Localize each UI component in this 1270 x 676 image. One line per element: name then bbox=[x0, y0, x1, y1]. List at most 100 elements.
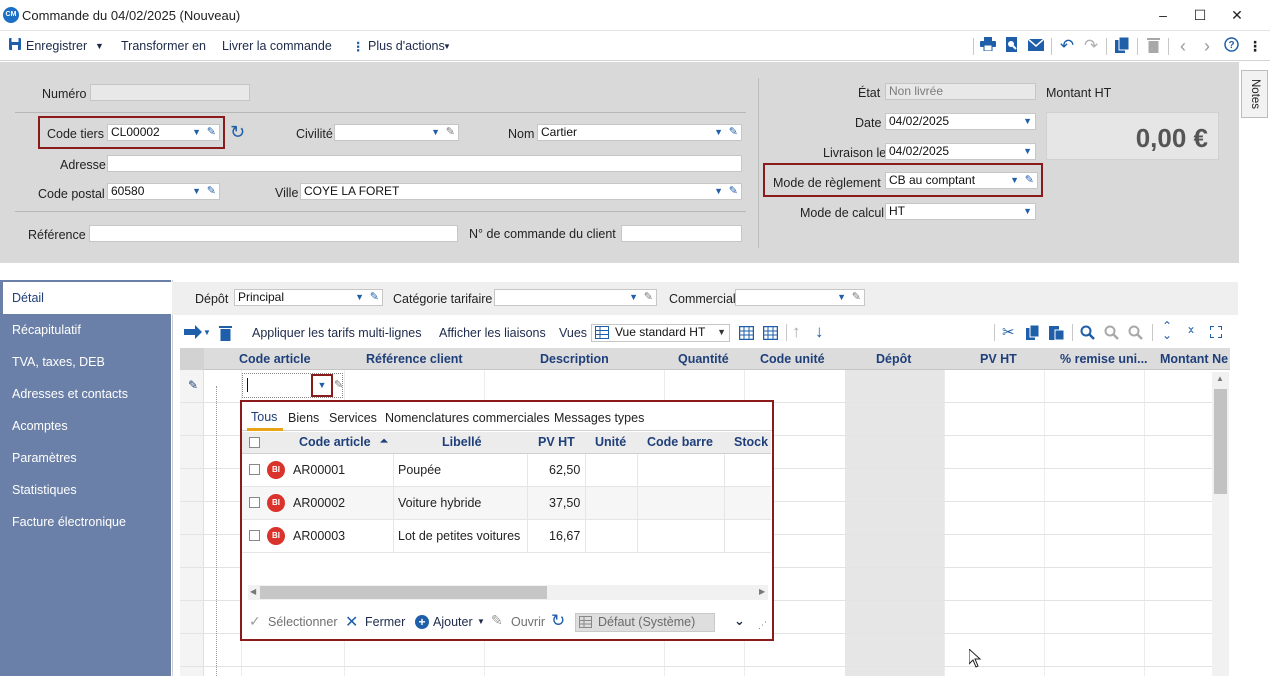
options-icon[interactable]: ⋮ bbox=[1246, 37, 1264, 55]
num-commande-field[interactable] bbox=[621, 225, 742, 242]
duplicate-icon[interactable] bbox=[1113, 36, 1131, 55]
code-article-dropdown-button[interactable]: ▼ bbox=[311, 374, 333, 397]
open-button[interactable]: Ouvrir bbox=[511, 615, 545, 629]
tab-messages-types[interactable]: Messages types bbox=[554, 411, 644, 425]
col-description[interactable]: Description bbox=[540, 352, 609, 366]
scroll-up-icon[interactable]: ▲ bbox=[1216, 374, 1224, 383]
list-item[interactable]: BI AR00002 Voiture hybride 37,50 bbox=[242, 487, 771, 520]
chevron-down-icon[interactable]: ▼ bbox=[1010, 173, 1019, 188]
row-checkbox[interactable] bbox=[249, 497, 260, 508]
edit-icon[interactable]: ✎ bbox=[1025, 173, 1034, 188]
chevron-down-icon[interactable]: ▼ bbox=[431, 125, 440, 140]
search-previous-icon[interactable] bbox=[1104, 325, 1119, 343]
save-dropdown-icon[interactable]: ▼ bbox=[95, 41, 104, 51]
chevron-down-icon[interactable]: ▼ bbox=[1023, 114, 1032, 129]
more-actions-button[interactable]: Plus d'actions bbox=[368, 39, 445, 53]
refresh-icon[interactable]: ↻ bbox=[551, 611, 565, 631]
sidebar-item-statistiques[interactable]: Statistiques bbox=[0, 474, 171, 506]
minimize-button[interactable]: – bbox=[1148, 4, 1178, 26]
col-remise[interactable]: % remise uni... bbox=[1060, 352, 1148, 366]
insert-arrow-icon[interactable] bbox=[184, 325, 204, 342]
sidebar-item-acomptes[interactable]: Acomptes bbox=[0, 410, 171, 442]
chevron-down-icon[interactable]: ▼ bbox=[1023, 204, 1032, 219]
delete-line-icon[interactable] bbox=[219, 325, 232, 344]
sidebar-item-adresses[interactable]: Adresses et contacts bbox=[0, 378, 171, 410]
edit-icon[interactable]: ✎ bbox=[370, 290, 379, 305]
edit-icon[interactable]: ✎ bbox=[334, 378, 343, 391]
pcol-stock[interactable]: Stock bbox=[734, 435, 768, 449]
more-actions-dropdown-icon[interactable]: ▼ bbox=[443, 42, 451, 51]
deliver-button[interactable]: Livrer la commande bbox=[222, 39, 332, 53]
edit-icon[interactable]: ✎ bbox=[446, 125, 455, 140]
col-depot[interactable]: Dépôt bbox=[876, 352, 911, 366]
scroll-left-icon[interactable]: ◀ bbox=[250, 587, 256, 596]
tab-nomenclatures[interactable]: Nomenclatures commerciales bbox=[385, 411, 550, 425]
tab-tous[interactable]: Tous bbox=[251, 410, 277, 424]
undo-icon[interactable]: ↶ bbox=[1058, 37, 1076, 55]
chevron-down-icon[interactable]: ▼ bbox=[1023, 144, 1032, 159]
cut-icon[interactable]: ✂ bbox=[1002, 323, 1015, 341]
code-postal-field[interactable]: 60580 ▼ ✎ bbox=[107, 183, 220, 200]
list-item[interactable]: BI AR00001 Poupée 62,50 bbox=[242, 454, 771, 487]
save-button[interactable]: Enregistrer bbox=[26, 39, 87, 53]
pcol-code-barre[interactable]: Code barre bbox=[647, 435, 713, 449]
chevron-down-icon[interactable]: ▼ bbox=[714, 125, 723, 140]
maximize-button[interactable]: ☐ bbox=[1185, 4, 1215, 26]
apply-tarifs-button[interactable]: Appliquer les tarifs multi-lignes bbox=[252, 326, 422, 340]
show-links-button[interactable]: Afficher les liaisons bbox=[439, 326, 546, 340]
row-checkbox[interactable] bbox=[249, 464, 260, 475]
nom-field[interactable]: Cartier ▼ ✎ bbox=[537, 124, 742, 141]
chevron-down-icon[interactable]: ⌄ bbox=[734, 613, 745, 629]
civilite-field[interactable]: ▼ ✎ bbox=[334, 124, 459, 141]
more-actions-icon[interactable]: ⋮ bbox=[352, 39, 365, 54]
delete-icon[interactable] bbox=[1144, 37, 1162, 55]
edit-icon[interactable]: ✎ bbox=[207, 125, 216, 140]
pcol-pv-ht[interactable]: PV HT bbox=[538, 435, 575, 449]
refresh-icon[interactable]: ↻ bbox=[230, 123, 245, 141]
redo-icon[interactable]: ↷ bbox=[1082, 37, 1100, 55]
resize-grip-icon[interactable]: ⋰ bbox=[758, 620, 767, 631]
add-button[interactable]: Ajouter bbox=[433, 615, 473, 629]
chevron-down-icon[interactable]: ▼ bbox=[192, 184, 201, 199]
list-item[interactable]: BI AR00003 Lot de petites voitures 16,67 bbox=[242, 520, 771, 553]
pcol-unite[interactable]: Unité bbox=[595, 435, 626, 449]
chevron-down-icon[interactable]: ▼ bbox=[192, 125, 201, 140]
chevron-down-icon[interactable]: ▼ bbox=[837, 290, 846, 305]
edit-icon[interactable]: ✎ bbox=[729, 184, 738, 199]
notes-tab[interactable]: Notes bbox=[1241, 70, 1268, 118]
sidebar-item-recapitulatif[interactable]: Récapitulatif bbox=[0, 314, 171, 346]
sidebar-item-tva[interactable]: TVA, taxes, DEB bbox=[0, 346, 171, 378]
col-montant[interactable]: Montant Ne bbox=[1160, 352, 1230, 366]
ville-field[interactable]: COYE LA FORET ▼ ✎ bbox=[300, 183, 742, 200]
select-button[interactable]: Sélectionner bbox=[268, 615, 338, 629]
tab-biens[interactable]: Biens bbox=[288, 411, 319, 425]
col-reference-client[interactable]: Référence client bbox=[366, 352, 463, 366]
transform-button[interactable]: Transformer en bbox=[121, 39, 206, 53]
print-icon[interactable] bbox=[979, 37, 997, 55]
depot-field[interactable]: Principal ▼ ✎ bbox=[234, 289, 383, 306]
search-icon[interactable] bbox=[1080, 325, 1095, 343]
col-pv-ht[interactable]: PV HT bbox=[980, 352, 1017, 366]
search-next-icon[interactable] bbox=[1128, 325, 1143, 343]
next-icon[interactable]: › bbox=[1198, 37, 1216, 55]
previous-icon[interactable]: ‹ bbox=[1174, 37, 1192, 55]
close-icon[interactable]: ✕ bbox=[345, 612, 358, 632]
preview-icon[interactable] bbox=[1003, 37, 1021, 55]
chevron-down-icon[interactable]: ▼ bbox=[714, 184, 723, 199]
vertical-scroll-thumb[interactable] bbox=[1214, 389, 1227, 494]
calcul-field[interactable]: HT ▼ bbox=[885, 203, 1036, 220]
add-dropdown-icon[interactable]: ▼ bbox=[477, 617, 485, 626]
pcol-code-article[interactable]: Code article bbox=[299, 435, 371, 449]
col-code-article[interactable]: Code article bbox=[239, 352, 311, 366]
col-quantite[interactable]: Quantité bbox=[678, 352, 729, 366]
tab-services[interactable]: Services bbox=[329, 411, 377, 425]
close-button[interactable]: ✕ bbox=[1222, 4, 1252, 26]
sidebar-item-detail[interactable]: Détail bbox=[3, 282, 171, 314]
scroll-right-icon[interactable]: ▶ bbox=[759, 587, 765, 596]
insert-dropdown-icon[interactable]: ▼ bbox=[203, 328, 211, 337]
chevron-down-icon[interactable]: ▼ bbox=[717, 325, 726, 340]
paste-icon[interactable] bbox=[1049, 325, 1065, 343]
horizontal-scroll-thumb[interactable] bbox=[260, 586, 547, 599]
table-columns-icon[interactable] bbox=[762, 325, 779, 343]
col-code-unite[interactable]: Code unité bbox=[760, 352, 825, 366]
